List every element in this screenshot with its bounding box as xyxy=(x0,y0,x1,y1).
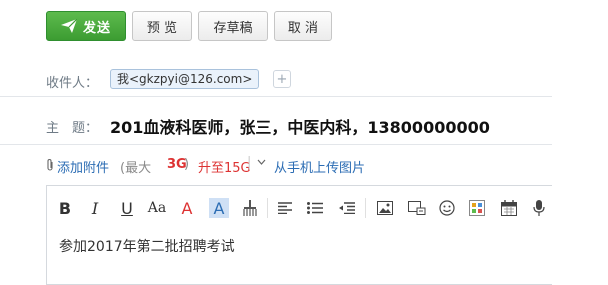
compose-toolbar: 发送 预 览 存草稿 取 消 xyxy=(0,0,608,56)
add-attachment-link[interactable]: 添加附件 xyxy=(57,157,109,176)
rich-text-editor: B I U Aa A A 参加2017年第二批招聘考试 xyxy=(46,185,552,285)
send-button[interactable]: 发送 xyxy=(46,11,126,41)
recipients-label[interactable]: 收件人： xyxy=(46,72,98,91)
font-color-icon[interactable]: A xyxy=(177,198,197,218)
align-icon[interactable] xyxy=(275,198,295,218)
underline-icon[interactable]: U xyxy=(117,198,137,218)
preview-button[interactable]: 预 览 xyxy=(132,11,192,41)
preview-button-label: 预 览 xyxy=(146,20,178,36)
bold-icon[interactable]: B xyxy=(55,198,75,218)
send-icon xyxy=(60,19,77,33)
recipient-chip[interactable]: 我<gkzpyi@126.com> xyxy=(110,69,260,89)
recipients-row: 收件人： 我<gkzpyi@126.com> + xyxy=(0,62,552,97)
subject-label: 主 题： xyxy=(46,121,99,136)
attachment-bar: 添加附件 (最大 3G ) 升至15G | 从手机上传图片 xyxy=(46,154,546,176)
cancel-button-label: 取 消 xyxy=(287,20,319,36)
toolbar-divider xyxy=(365,198,366,218)
image-icon[interactable] xyxy=(375,198,395,218)
chevron-down-icon[interactable] xyxy=(257,159,266,165)
toolbar-divider xyxy=(267,198,268,218)
emoji-icon[interactable] xyxy=(437,198,457,218)
editor-toolbar: B I U Aa A A xyxy=(47,186,552,230)
subject-input[interactable]: 201血液科医师，张三，中医内科，13800000000 xyxy=(110,114,490,138)
save-draft-button-label: 存草稿 xyxy=(213,20,253,36)
upload-from-phone-link[interactable]: 从手机上传图片 xyxy=(274,157,365,176)
format-painter-icon[interactable] xyxy=(240,198,260,218)
font-size-icon[interactable]: Aa xyxy=(147,198,167,218)
microphone-icon[interactable] xyxy=(529,198,549,218)
email-body[interactable]: 参加2017年第二批招聘考试 xyxy=(59,236,235,256)
send-button-label: 发送 xyxy=(82,20,111,36)
template-icon[interactable] xyxy=(467,198,487,218)
list-icon[interactable] xyxy=(305,198,325,218)
paperclip-icon xyxy=(47,159,53,171)
add-recipient-button[interactable]: + xyxy=(273,70,291,88)
calendar-icon[interactable] xyxy=(499,198,519,218)
cancel-button[interactable]: 取 消 xyxy=(274,11,332,41)
italic-icon[interactable]: I xyxy=(85,198,105,218)
indent-icon[interactable] xyxy=(337,198,357,218)
attachment-limit-suffix: ) xyxy=(184,157,190,172)
attachment-separator: | xyxy=(247,155,252,170)
screenshot-icon[interactable] xyxy=(407,198,427,218)
save-draft-button[interactable]: 存草稿 xyxy=(198,11,268,41)
highlight-icon[interactable]: A xyxy=(209,198,229,218)
attachment-limit-prefix: (最大 xyxy=(120,161,152,176)
upgrade-link[interactable]: 升至15G xyxy=(198,157,251,176)
subject-row: 主 题： 201血液科医师，张三，中医内科，13800000000 xyxy=(0,106,552,145)
